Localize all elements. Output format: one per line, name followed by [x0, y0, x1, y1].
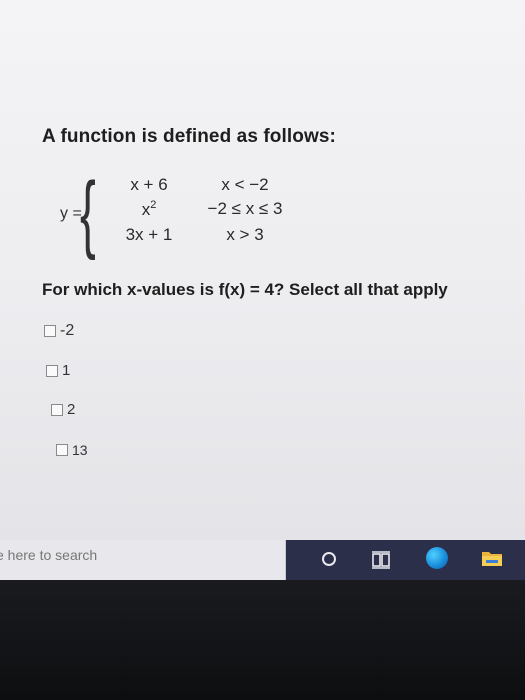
answer-option[interactable]: 13 — [56, 442, 88, 458]
left-brace: { — [80, 165, 96, 261]
option-label: 2 — [67, 401, 76, 418]
option-label: 13 — [72, 442, 88, 458]
answer-option[interactable]: 1 — [46, 362, 70, 379]
option-label: -2 — [60, 322, 75, 339]
answer-option[interactable]: 2 — [51, 401, 75, 418]
answer-option[interactable]: -2 — [44, 322, 74, 340]
checkbox[interactable] — [51, 403, 63, 416]
piecewise-lhs: y = — [60, 205, 82, 222]
checkbox[interactable] — [46, 364, 58, 377]
piece-base: x — [141, 200, 151, 219]
option-label: 1 — [62, 362, 71, 379]
piece-expression: x + 6 — [130, 175, 168, 194]
piece-condition: −2 ≤ x ≤ 3 — [207, 199, 283, 218]
search-placeholder: e here to search — [0, 547, 98, 563]
question-title: A function is defined as follows: — [42, 126, 336, 147]
piece-expression: 3x + 1 — [125, 225, 173, 244]
piece-exponent: 2 — [150, 199, 157, 211]
file-explorer-icon[interactable] — [481, 549, 503, 567]
screen: A function is defined as follows: y = { … — [0, 0, 525, 540]
desk-surface — [0, 580, 525, 700]
cortana-icon[interactable] — [322, 552, 336, 566]
taskbar: e here to search — [0, 540, 525, 580]
question-prompt: For which x-values is f(x) = 4? Select a… — [42, 280, 448, 299]
task-view-icon[interactable] — [372, 551, 390, 569]
checkbox[interactable] — [44, 325, 56, 337]
piece-condition: x > 3 — [226, 225, 264, 244]
piece-expression: x2 — [114, 199, 184, 220]
checkbox[interactable] — [56, 444, 68, 456]
taskbar-search[interactable]: e here to search — [0, 540, 286, 580]
piece-condition: x < −2 — [221, 175, 269, 194]
edge-icon[interactable] — [426, 547, 448, 569]
